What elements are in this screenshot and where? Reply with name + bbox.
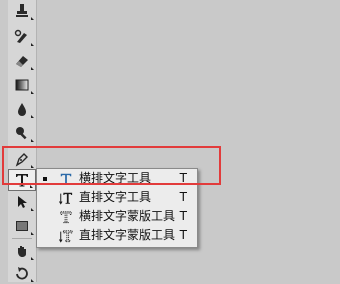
clone-stamp-icon xyxy=(16,4,28,17)
history-brush-tool[interactable] xyxy=(8,26,36,48)
blur-tool[interactable] xyxy=(8,98,36,120)
rectangle-icon xyxy=(16,221,28,231)
history-brush-icon xyxy=(14,29,27,43)
toolbar-divider xyxy=(12,238,32,239)
dodge-tool[interactable] xyxy=(8,122,36,144)
menu-item-label: 直排文字蒙版工具 xyxy=(79,228,176,242)
menu-item-label: 直排文字工具 xyxy=(79,190,152,204)
path-selection-icon xyxy=(18,196,27,208)
horizontal-type-mask-icon xyxy=(57,208,75,226)
dodge-icon xyxy=(16,127,27,140)
menu-item-shortcut: T xyxy=(179,228,187,242)
blur-icon xyxy=(18,103,26,116)
vertical-type-icon xyxy=(57,189,75,207)
path-selection-tool[interactable] xyxy=(8,191,36,213)
clone-stamp-tool[interactable] xyxy=(8,0,36,22)
gradient-icon xyxy=(15,79,29,91)
hand-tool[interactable] xyxy=(8,240,36,262)
rotate-view-tool[interactable] xyxy=(8,262,36,284)
hand-icon xyxy=(18,246,26,257)
menu-item-label: 横排文字蒙版工具 xyxy=(79,209,176,223)
rectangle-tool[interactable] xyxy=(8,215,36,237)
menu-item-horizontal-type-mask[interactable]: 横排文字蒙版工具 T xyxy=(37,207,195,226)
eraser-icon xyxy=(16,56,28,67)
menu-item-vertical-type[interactable]: 直排文字工具 T xyxy=(37,188,195,207)
tools-panel xyxy=(8,0,37,282)
red-highlight-box xyxy=(2,146,221,185)
eraser-tool[interactable] xyxy=(8,50,36,72)
menu-item-shortcut: T xyxy=(179,209,187,223)
menu-item-shortcut: T xyxy=(179,190,187,204)
menu-item-vertical-type-mask[interactable]: 直排文字蒙版工具 T xyxy=(37,226,195,245)
rotate-view-icon xyxy=(16,267,28,280)
vertical-type-mask-icon xyxy=(57,227,75,245)
gradient-tool[interactable] xyxy=(8,74,36,96)
